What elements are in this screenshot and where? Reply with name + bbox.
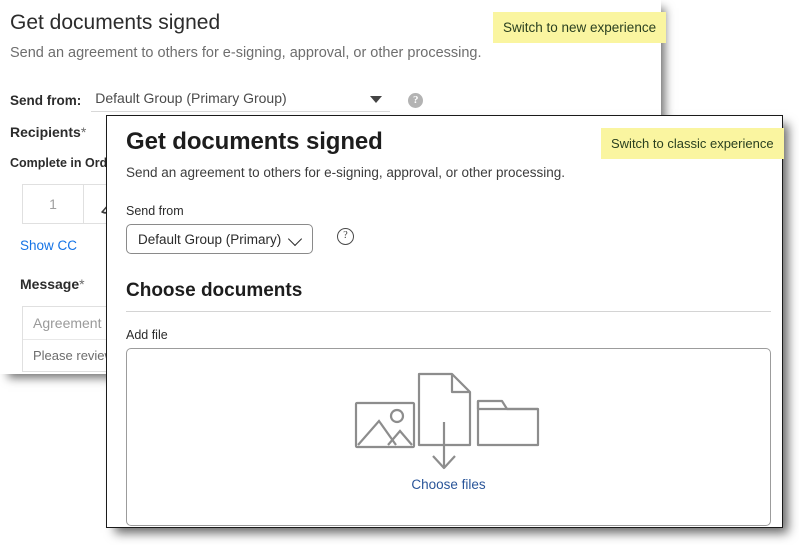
dialog-send-from-dropdown[interactable]: Default Group (Primary) (126, 224, 313, 254)
switch-to-new-experience-button[interactable]: Switch to new experience (493, 12, 667, 43)
help-icon[interactable]: ? (408, 92, 424, 108)
classic-page-subtitle: Send an agreement to others for e-signin… (10, 45, 482, 61)
classic-message-text: Message (20, 276, 80, 292)
classic-send-from-label: Send from: (10, 92, 82, 108)
dialog-content: Get documents signed Send an agreement t… (126, 127, 771, 526)
file-dropzone[interactable]: Choose files (126, 348, 771, 526)
dropzone-illustration (127, 365, 770, 475)
screenshot-root: Get documents signed Send an agreement t… (0, 0, 799, 545)
required-asterisk: * (80, 124, 87, 140)
classic-send-from-dropdown[interactable]: Default Group (Primary Group) (91, 88, 391, 112)
recipient-order-number: 1 (23, 185, 84, 223)
classic-send-from-row: Send from: Default Group (Primary Group)… (10, 88, 424, 112)
classic-message-label: Message* (20, 276, 85, 292)
new-experience-dialog: Get documents signed Send an agreement t… (106, 115, 783, 528)
chevron-down-icon (370, 96, 383, 103)
classic-recipients-label: Recipients* (10, 124, 86, 140)
required-asterisk: * (79, 276, 85, 292)
dialog-subtitle: Send an agreement to others for e-signin… (126, 165, 566, 180)
add-file-label: Add file (126, 328, 168, 342)
folder-icon (476, 399, 539, 447)
document-upload-icon (417, 372, 471, 470)
help-icon[interactable]: ? (337, 228, 354, 245)
switch-to-classic-experience-button[interactable]: Switch to classic experience (601, 128, 784, 159)
dialog-send-from-label: Send from (126, 204, 184, 218)
classic-send-from-value: Default Group (Primary Group) (95, 90, 287, 106)
dialog-send-from-value: Default Group (Primary) (138, 231, 282, 247)
choose-documents-heading: Choose documents (126, 280, 303, 301)
classic-recipients-text: Recipients (10, 124, 81, 140)
dialog-send-from-group: Default Group (Primary) ? (126, 224, 769, 254)
choose-files-link[interactable]: Choose files (127, 477, 770, 492)
show-cc-link[interactable]: Show CC (20, 238, 77, 253)
image-icon (354, 401, 415, 449)
section-divider (126, 311, 771, 312)
classic-complete-in-order-label: Complete in Order (10, 156, 120, 170)
chevron-down-icon (287, 231, 303, 247)
